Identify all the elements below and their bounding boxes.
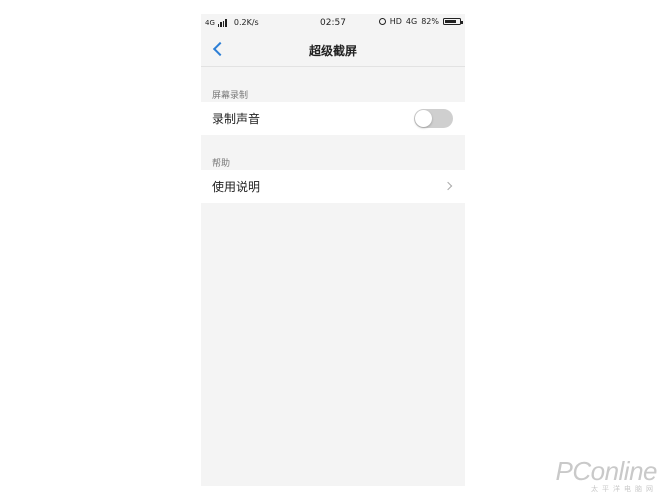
header-bar: 超级截屏 xyxy=(201,34,465,67)
watermark-logo: PConline xyxy=(555,456,657,486)
hd-indicator: HD xyxy=(389,17,402,26)
watermark: PConline 太平洋电脑网 xyxy=(555,458,657,494)
battery-icon xyxy=(443,18,463,25)
chevron-right-icon xyxy=(443,181,453,191)
status-bar: 4G 0.2K/s 02:57 HD 4G 82% xyxy=(201,14,465,34)
battery-percent: 82% xyxy=(421,17,439,26)
battery-fill xyxy=(445,20,457,23)
record-sound-toggle[interactable] xyxy=(414,109,453,128)
row-record-sound[interactable]: 录制声音 xyxy=(201,102,465,135)
toggle-knob xyxy=(415,110,432,127)
alarm-icon xyxy=(378,18,386,25)
page-title: 超级截屏 xyxy=(308,44,357,58)
section-label-help: 帮助 xyxy=(212,159,231,169)
row-instructions[interactable]: 使用说明 xyxy=(201,170,465,203)
status-right: HD 4G 82% xyxy=(378,17,463,26)
row-label-instructions: 使用说明 xyxy=(212,180,261,194)
phone-screen: 4G 0.2K/s 02:57 HD 4G 82% 超级截屏 屏幕录制 录制声音… xyxy=(201,14,465,486)
volte-icon: 4G xyxy=(405,17,418,26)
row-label-record-sound: 录制声音 xyxy=(212,112,261,126)
section-label-screen-record: 屏幕录制 xyxy=(212,91,249,101)
